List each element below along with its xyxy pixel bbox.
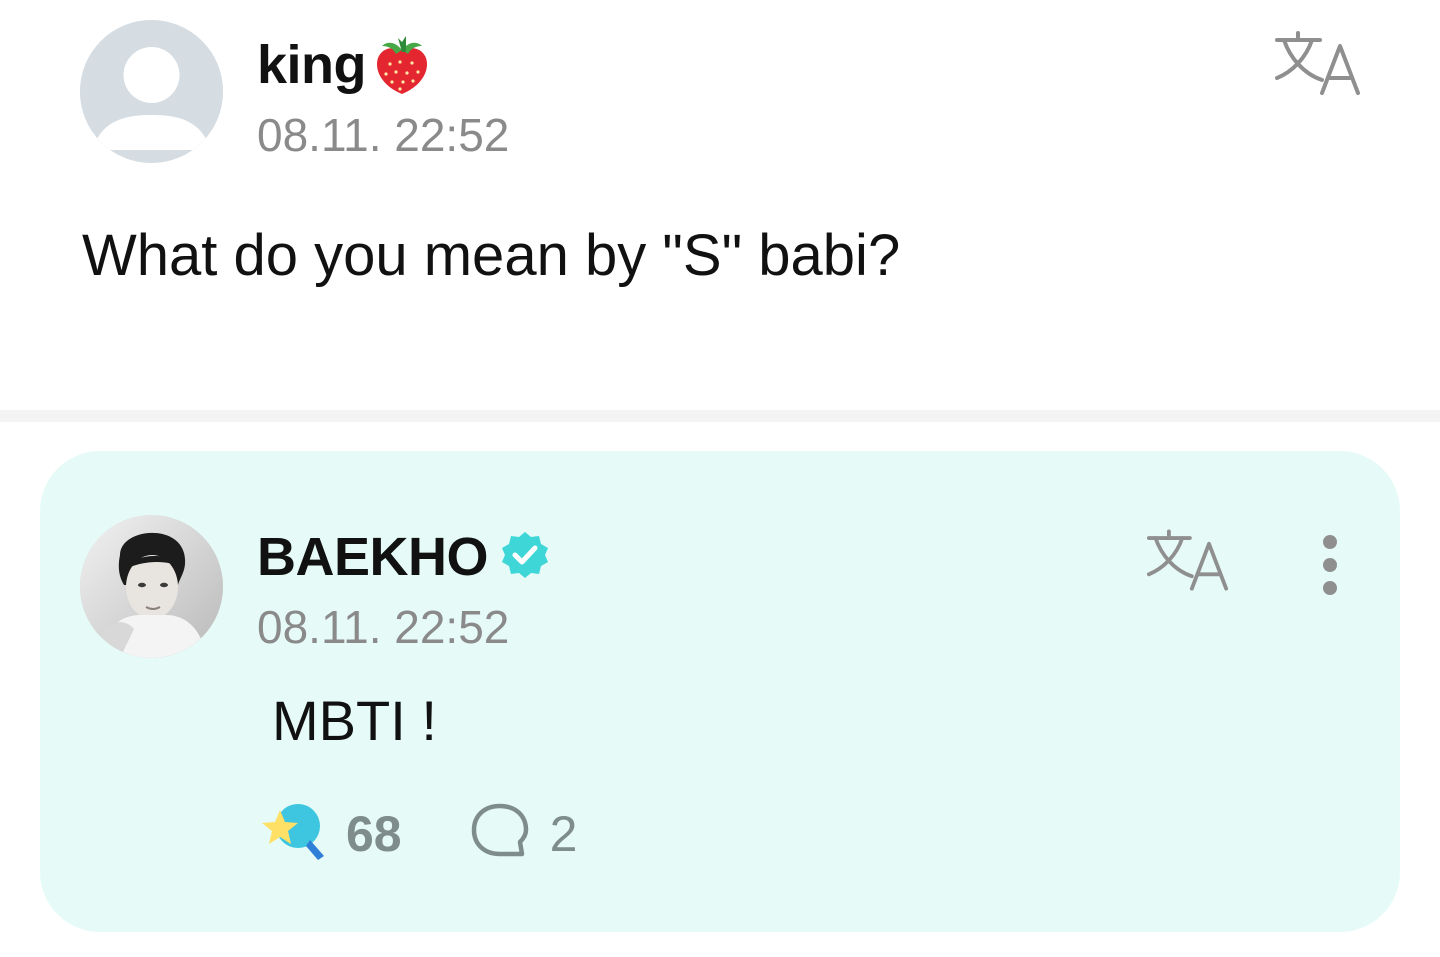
reply-timestamp: 08.11. 22:52 [257, 601, 510, 653]
post-timestamp: 08.11. 22:52 [257, 109, 510, 161]
comment-button[interactable]: 2 [470, 802, 578, 865]
more-vertical-icon[interactable] [1312, 530, 1348, 600]
post-author[interactable]: king [257, 28, 432, 101]
strawberry-icon [372, 32, 432, 101]
reply-card[interactable] [40, 451, 1400, 932]
translate-icon[interactable] [1146, 528, 1230, 592]
default-avatar-icon[interactable] [80, 20, 223, 163]
reply-message: MBTI ! [272, 689, 437, 752]
reply-author-name[interactable]: BAEKHO [257, 526, 489, 588]
reply-actions: 68 2 [258, 800, 577, 867]
artist-avatar[interactable] [80, 515, 223, 658]
post-message: What do you mean by "S" babi? [82, 223, 901, 288]
like-count: 68 [346, 805, 402, 862]
comment-count: 2 [549, 805, 578, 862]
star-wand-icon [258, 800, 328, 867]
verified-badge-icon [500, 530, 550, 585]
divider [0, 410, 1440, 422]
post-author-name[interactable]: king [257, 34, 367, 96]
translate-icon[interactable] [1274, 30, 1362, 96]
reply-author[interactable]: BAEKHO [257, 526, 550, 588]
like-button[interactable]: 68 [258, 800, 402, 867]
comment-bubble-icon [470, 802, 530, 865]
post-thread: king 08.11. 22:52 What do you mean by "S… [0, 0, 1440, 957]
